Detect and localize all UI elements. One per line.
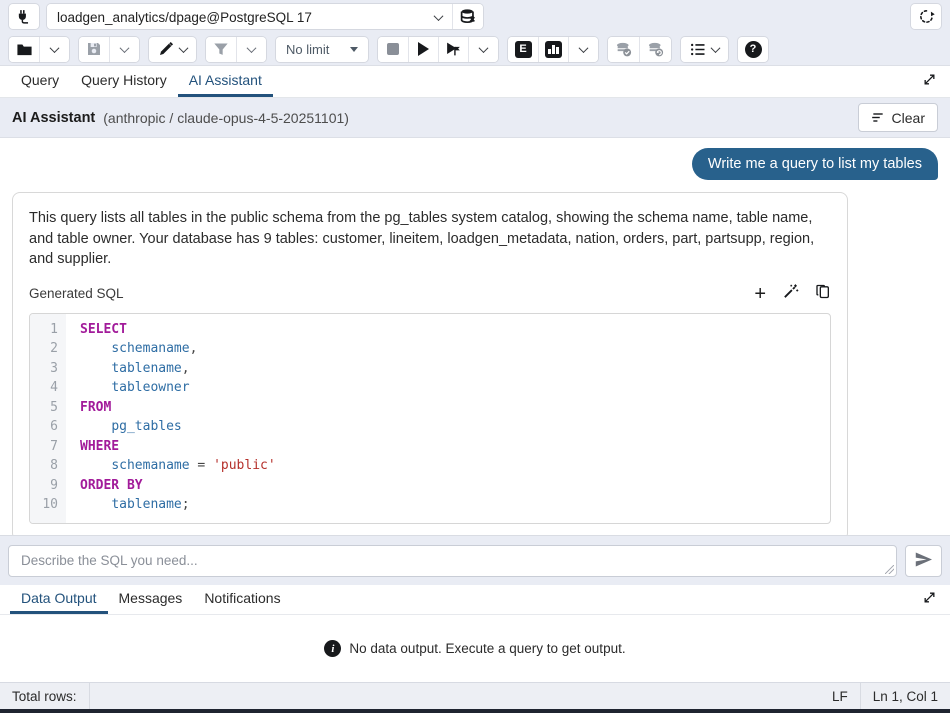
output-tab-bar: Data Output Messages Notifications [0, 585, 950, 615]
no-output-message: No data output. Execute a query to get o… [349, 641, 625, 656]
folder-icon [16, 42, 33, 57]
chevron-down-icon [711, 43, 721, 53]
prompt-input[interactable] [8, 545, 897, 577]
chat-area: Write me a query to list my tables This … [0, 138, 950, 535]
copy-icon [815, 283, 831, 305]
chevron-down-icon [50, 43, 60, 53]
chevron-down-icon [179, 43, 189, 53]
total-rows-label: Total rows: [0, 683, 90, 709]
query-tool-window: loadgen_analytics/dpage@PostgreSQL 17 [0, 0, 950, 713]
play-flag-icon [445, 41, 462, 57]
connection-bar: loadgen_analytics/dpage@PostgreSQL 17 [0, 0, 950, 33]
tab-ai-assistant[interactable]: AI Assistant [178, 66, 273, 97]
reset-layout-button[interactable] [911, 4, 941, 29]
clear-label: Clear [892, 110, 925, 126]
save-file-button[interactable] [79, 37, 109, 62]
clear-icon [871, 110, 885, 126]
clear-button[interactable]: Clear [858, 103, 938, 132]
save-file-menu-button[interactable] [109, 37, 139, 62]
send-icon [914, 551, 933, 571]
assistant-message-text: This query lists all tables in the publi… [29, 208, 831, 270]
cursor-position[interactable]: Ln 1, Col 1 [860, 683, 950, 709]
info-icon: i [324, 640, 341, 657]
execute-query-button[interactable] [408, 37, 438, 62]
explain-analyze-button[interactable] [538, 37, 568, 62]
user-message-bubble: Write me a query to list my tables [692, 148, 938, 180]
explain-icon: E [515, 41, 532, 58]
ai-model-label: (anthropic / claude-opus-4-5-20251101) [103, 110, 349, 126]
tab-query-history[interactable]: Query History [70, 66, 178, 97]
tab-messages[interactable]: Messages [108, 585, 194, 614]
row-limit-value: No limit [286, 42, 329, 57]
commit-button[interactable] [608, 37, 639, 62]
edit-menu-button[interactable] [149, 37, 196, 62]
connection-dropdown[interactable]: loadgen_analytics/dpage@PostgreSQL 17 [47, 4, 452, 30]
list-icon [690, 43, 706, 56]
magic-wand-icon [782, 283, 799, 305]
sql-code-block: 12345678910 SELECT schemaname, tablename… [29, 313, 831, 524]
execute-menu-button[interactable] [468, 37, 498, 62]
prompt-bar [0, 535, 950, 585]
rollback-icon [646, 41, 665, 58]
insert-sql-button[interactable]: + [754, 287, 766, 301]
dropdown-arrow-icon [350, 47, 358, 52]
execute-options-button[interactable] [438, 37, 468, 62]
refresh-icon [918, 8, 935, 25]
stop-icon [387, 43, 399, 55]
pencil-icon [158, 41, 174, 57]
rollback-button[interactable] [639, 37, 671, 62]
window-bottom-border [0, 709, 950, 713]
query-toolbar: No limit E [0, 33, 950, 66]
assistant-message-card: This query lists all tables in the publi… [12, 192, 848, 535]
new-connection-button[interactable] [452, 4, 483, 29]
macros-button[interactable] [681, 37, 728, 62]
open-file-menu-button[interactable] [39, 37, 69, 62]
tab-notifications[interactable]: Notifications [193, 585, 291, 614]
sql-code[interactable]: SELECT schemaname, tablename, tableowner… [66, 314, 830, 523]
tab-query[interactable]: Query [10, 66, 70, 97]
connection-label: loadgen_analytics/dpage@PostgreSQL 17 [47, 10, 435, 25]
filter-icon [213, 42, 229, 57]
plug-icon [16, 8, 33, 25]
ai-assistant-title: AI Assistant [12, 110, 95, 126]
apply-sql-button[interactable] [782, 283, 799, 305]
plus-icon: + [754, 287, 766, 301]
expand-panel-icon[interactable] [919, 69, 940, 95]
data-output-panel: i No data output. Execute a query to get… [0, 615, 950, 682]
send-button[interactable] [905, 545, 942, 577]
commit-icon [614, 41, 633, 58]
database-icon [459, 8, 477, 25]
explain-button[interactable]: E [508, 37, 538, 62]
help-button[interactable]: ? [738, 37, 768, 62]
save-icon [86, 41, 102, 57]
row-limit-select[interactable]: No limit [276, 37, 368, 62]
chevron-down-icon [120, 43, 130, 53]
main-tab-bar: Query Query History AI Assistant [0, 66, 950, 98]
filter-button[interactable] [206, 37, 236, 62]
copy-sql-button[interactable] [815, 283, 831, 305]
tab-data-output[interactable]: Data Output [10, 585, 108, 614]
status-bar: Total rows: LF Ln 1, Col 1 [0, 682, 950, 709]
expand-output-icon[interactable] [919, 587, 940, 613]
eol-indicator[interactable]: LF [820, 683, 860, 709]
ai-assistant-header: AI Assistant (anthropic / claude-opus-4-… [0, 98, 950, 138]
chevron-down-icon [579, 43, 589, 53]
help-icon: ? [745, 41, 762, 58]
connection-status-button[interactable] [9, 4, 39, 29]
chevron-down-icon [434, 11, 444, 21]
play-icon [418, 42, 429, 56]
explain-menu-button[interactable] [568, 37, 598, 62]
open-file-button[interactable] [9, 37, 39, 62]
chevron-down-icon [479, 43, 489, 53]
filter-menu-button[interactable] [236, 37, 266, 62]
generated-sql-label: Generated SQL [29, 286, 124, 301]
sql-line-numbers: 12345678910 [30, 314, 66, 523]
chevron-down-icon [247, 43, 257, 53]
explain-analyze-icon [545, 41, 562, 58]
cancel-query-button[interactable] [378, 37, 408, 62]
